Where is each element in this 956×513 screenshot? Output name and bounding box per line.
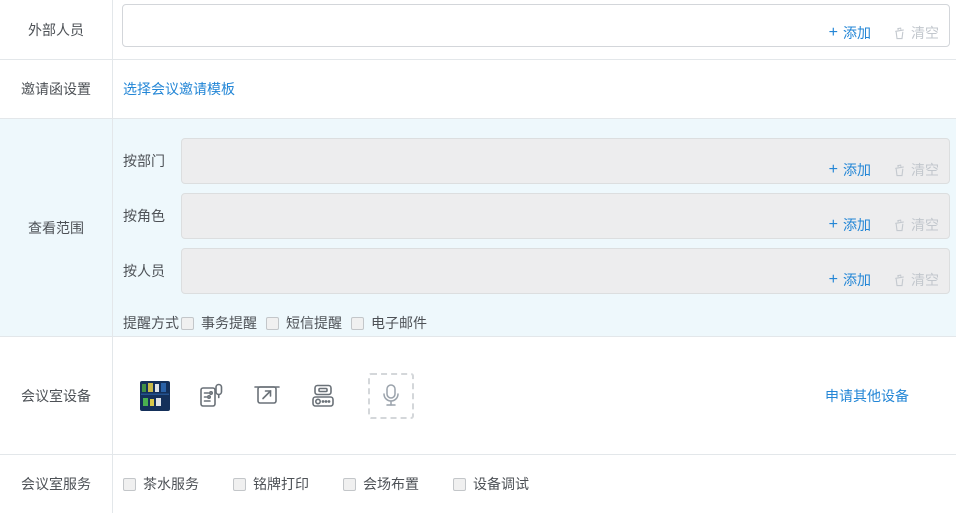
plus-icon: + xyxy=(829,215,838,235)
task-reminder-label: 事务提醒 xyxy=(201,313,257,333)
row-invitation-settings: 邀请函设置 选择会议邀请模板 xyxy=(0,60,956,119)
scope-by-department-row: 按部门 +添加 清空 xyxy=(113,138,956,184)
checkbox-equipment-debugging[interactable] xyxy=(453,478,466,491)
checkbox-email-reminder[interactable] xyxy=(351,317,364,330)
scope-by-person-row: 按人员 +添加 清空 xyxy=(113,248,956,294)
equipment-projector[interactable] xyxy=(308,381,338,411)
venue-setup-label: 会场布置 xyxy=(363,474,419,494)
checkbox-task-reminder[interactable] xyxy=(181,317,194,330)
plus-icon: + xyxy=(829,270,838,290)
row-external-personnel: 外部人员 +添加 清空 xyxy=(0,0,956,60)
checkbox-tea-service[interactable] xyxy=(123,478,136,491)
plus-icon: + xyxy=(829,160,838,180)
by-department-add-button[interactable]: +添加 xyxy=(829,160,871,180)
reminder-method-row: 提醒方式 事务提醒 短信提醒 电子邮件 xyxy=(113,313,956,333)
by-role-add-button[interactable]: +添加 xyxy=(829,215,871,235)
by-department-field: +添加 清空 xyxy=(181,138,950,184)
by-role-label: 按角色 xyxy=(113,206,181,226)
plus-icon: + xyxy=(829,23,838,43)
external-personnel-clear-button[interactable]: 清空 xyxy=(893,23,939,43)
trash-icon xyxy=(893,274,906,287)
email-reminder-label: 电子邮件 xyxy=(371,313,427,333)
equipment-signin-pad[interactable] xyxy=(196,381,226,411)
reminder-method-label: 提醒方式 xyxy=(113,313,181,333)
equipment-microphone[interactable] xyxy=(368,373,414,419)
trash-icon xyxy=(893,164,906,177)
meeting-booking-form: 外部人员 +添加 清空 邀请函设置 选择会议邀请模板 xyxy=(0,0,956,513)
row-meeting-room-services: 会议室服务 茶水服务 铭牌打印 会场布置 设备调试 xyxy=(0,455,956,513)
view-scope-label: 查看范围 xyxy=(0,119,113,336)
nameplate-printing-label: 铭牌打印 xyxy=(253,474,309,494)
external-personnel-add-button[interactable]: +添加 xyxy=(829,23,871,43)
request-other-equipment-link[interactable]: 申请其他设备 xyxy=(825,386,909,406)
projection-screen-icon xyxy=(252,381,282,411)
external-personnel-label: 外部人员 xyxy=(0,0,113,59)
tea-service-label: 茶水服务 xyxy=(143,474,199,494)
signin-pad-icon xyxy=(196,381,226,411)
equipment-projection-screen[interactable] xyxy=(252,381,282,411)
sms-reminder-label: 短信提醒 xyxy=(286,313,342,333)
by-person-field: +添加 清空 xyxy=(181,248,950,294)
by-person-add-button[interactable]: +添加 xyxy=(829,270,871,290)
trash-icon xyxy=(893,219,906,232)
scope-by-role-row: 按角色 +添加 清空 xyxy=(113,193,956,239)
by-person-label: 按人员 xyxy=(113,261,181,281)
by-role-clear-button[interactable]: 清空 xyxy=(893,215,939,235)
meeting-room-services-label: 会议室服务 xyxy=(0,455,113,513)
select-invitation-template-link[interactable]: 选择会议邀请模板 xyxy=(123,79,235,99)
meeting-room-equipment-label: 会议室设备 xyxy=(0,337,113,454)
by-department-label: 按部门 xyxy=(113,151,181,171)
checkbox-sms-reminder[interactable] xyxy=(266,317,279,330)
checkbox-nameplate-printing[interactable] xyxy=(233,478,246,491)
external-personnel-field[interactable]: +添加 清空 xyxy=(122,4,950,47)
by-role-field: +添加 清空 xyxy=(181,193,950,239)
row-meeting-room-equipment: 会议室设备 xyxy=(0,337,956,455)
equipment-photo[interactable] xyxy=(140,381,170,411)
projector-icon xyxy=(308,381,338,411)
row-view-scope: 查看范围 按部门 +添加 清空 xyxy=(0,119,956,337)
microphone-icon xyxy=(377,382,405,410)
checkbox-venue-setup[interactable] xyxy=(343,478,356,491)
by-department-clear-button[interactable]: 清空 xyxy=(893,160,939,180)
equipment-debugging-label: 设备调试 xyxy=(473,474,529,494)
by-person-clear-button[interactable]: 清空 xyxy=(893,270,939,290)
invitation-settings-label: 邀请函设置 xyxy=(0,60,113,118)
equipment-photo-thumbnail xyxy=(140,381,170,411)
trash-icon xyxy=(893,27,906,40)
